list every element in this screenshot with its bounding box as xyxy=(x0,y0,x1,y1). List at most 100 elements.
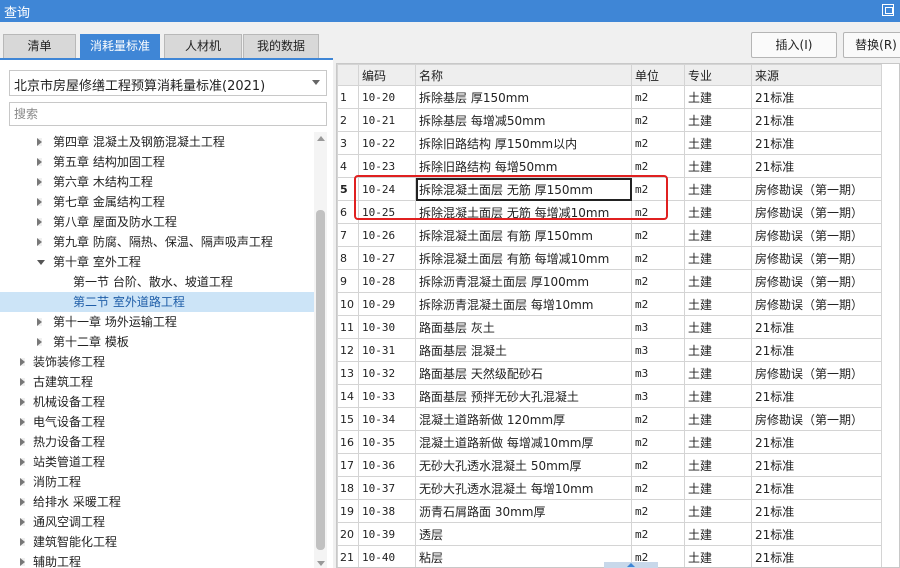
row-number[interactable]: 12 xyxy=(337,338,359,362)
tree-scrollbar[interactable] xyxy=(314,132,327,568)
table-row[interactable]: 19 10-38 沥青石屑路面 30mm厚 m2 土建 21标准 xyxy=(337,499,882,523)
quota-name[interactable]: 混凝土道路新做 120mm厚 xyxy=(415,407,632,431)
table-row[interactable]: 2 10-21 拆除基层 每增减50mm m2 土建 21标准 xyxy=(337,108,882,132)
collapsed-arrow-icon[interactable] xyxy=(20,358,25,366)
quota-source[interactable]: 21标准 xyxy=(751,522,882,546)
quota-discipline[interactable]: 土建 xyxy=(684,292,752,316)
scrollbar-thumb[interactable] xyxy=(316,210,325,550)
table-row[interactable]: 5 10-24 拆除混凝土面层 无筋 厚150mm m2 土建 房修勘误（第一期） xyxy=(337,177,882,201)
quota-name[interactable]: 拆除混凝土面层 无筋 每增减10mm xyxy=(415,200,632,224)
quota-unit[interactable]: m2 xyxy=(631,154,685,178)
quota-name[interactable]: 拆除旧路结构 每增50mm xyxy=(415,154,632,178)
quota-name[interactable]: 拆除基层 厚150mm xyxy=(415,85,632,109)
table-row[interactable]: 17 10-36 无砂大孔透水混凝土 50mm厚 m2 土建 21标准 xyxy=(337,453,882,477)
collapsed-arrow-icon[interactable] xyxy=(37,338,42,346)
row-number[interactable]: 18 xyxy=(337,476,359,500)
quota-unit[interactable]: m3 xyxy=(631,361,685,385)
splitter-handle[interactable] xyxy=(604,562,658,568)
quota-discipline[interactable]: 土建 xyxy=(684,499,752,523)
quota-name[interactable]: 粘层 xyxy=(415,545,632,567)
table-row[interactable]: 3 10-22 拆除旧路结构 厚150mm以内 m2 土建 21标准 xyxy=(337,131,882,155)
quota-code[interactable]: 10-22 xyxy=(358,131,416,155)
table-row[interactable]: 11 10-30 路面基层 灰土 m3 土建 21标准 xyxy=(337,315,882,339)
tab-my-data[interactable]: 我的数据 xyxy=(243,34,319,58)
table-row[interactable]: 16 10-35 混凝土道路新做 每增减10mm厚 m2 土建 21标准 xyxy=(337,430,882,454)
collapsed-arrow-icon[interactable] xyxy=(20,558,25,566)
table-row[interactable]: 9 10-28 拆除沥青混凝土面层 厚100mm m2 土建 房修勘误（第一期） xyxy=(337,269,882,293)
quota-source[interactable]: 21标准 xyxy=(751,476,882,500)
quota-name[interactable]: 路面基层 灰土 xyxy=(415,315,632,339)
quota-discipline[interactable]: 土建 xyxy=(684,338,752,362)
collapsed-arrow-icon[interactable] xyxy=(20,438,25,446)
quota-code[interactable]: 10-36 xyxy=(358,453,416,477)
quota-discipline[interactable]: 土建 xyxy=(684,476,752,500)
table-row[interactable]: 7 10-26 拆除混凝土面层 有筋 厚150mm m2 土建 房修勘误（第一期） xyxy=(337,223,882,247)
row-number[interactable]: 7 xyxy=(337,223,359,247)
quota-code[interactable]: 10-31 xyxy=(358,338,416,362)
quota-code[interactable]: 10-39 xyxy=(358,522,416,546)
quota-source[interactable]: 房修勘误（第一期） xyxy=(751,361,882,385)
table-row[interactable]: 15 10-34 混凝土道路新做 120mm厚 m2 土建 房修勘误（第一期） xyxy=(337,407,882,431)
tree-item[interactable]: 第十一章 场外运输工程 xyxy=(0,312,314,332)
row-number[interactable]: 3 xyxy=(337,131,359,155)
collapsed-arrow-icon[interactable] xyxy=(37,238,42,246)
quota-code[interactable]: 10-35 xyxy=(358,430,416,454)
quota-name[interactable]: 路面基层 天然级配砂石 xyxy=(415,361,632,385)
search-input[interactable] xyxy=(9,102,327,126)
tree-item[interactable]: 消防工程 xyxy=(0,472,314,492)
tree-item[interactable]: 第十章 室外工程 xyxy=(0,252,314,272)
collapsed-arrow-icon[interactable] xyxy=(20,378,25,386)
quota-code[interactable]: 10-40 xyxy=(358,545,416,567)
collapsed-arrow-icon[interactable] xyxy=(20,498,25,506)
collapsed-arrow-icon[interactable] xyxy=(20,538,25,546)
tree-item[interactable]: 第一节 台阶、散水、坡道工程 xyxy=(0,272,314,292)
quota-name[interactable]: 透层 xyxy=(415,522,632,546)
row-number[interactable]: 16 xyxy=(337,430,359,454)
quota-code[interactable]: 10-23 xyxy=(358,154,416,178)
standard-select[interactable]: 北京市房屋修缮工程预算消耗量标准(2021) xyxy=(9,70,327,96)
row-number[interactable]: 14 xyxy=(337,384,359,408)
row-number[interactable]: 9 xyxy=(337,269,359,293)
quota-discipline[interactable]: 土建 xyxy=(684,407,752,431)
col-header-unit[interactable]: 单位 xyxy=(631,64,685,86)
tree-item[interactable]: 第六章 木结构工程 xyxy=(0,172,314,192)
quota-unit[interactable]: m2 xyxy=(631,499,685,523)
col-header-name[interactable]: 名称 xyxy=(415,64,632,86)
quota-source[interactable]: 21标准 xyxy=(751,154,882,178)
row-number[interactable]: 17 xyxy=(337,453,359,477)
quota-name[interactable]: 路面基层 预拌无砂大孔混凝土 xyxy=(415,384,632,408)
tree-item[interactable]: 给排水 采暖工程 xyxy=(0,492,314,512)
quota-source[interactable]: 房修勘误（第一期） xyxy=(751,269,882,293)
quota-code[interactable]: 10-25 xyxy=(358,200,416,224)
quota-code[interactable]: 10-27 xyxy=(358,246,416,270)
quota-source[interactable]: 房修勘误（第一期） xyxy=(751,200,882,224)
tree-item[interactable]: 第二节 室外道路工程 xyxy=(0,292,314,312)
tree-item[interactable]: 电气设备工程 xyxy=(0,412,314,432)
quota-name[interactable]: 拆除沥青混凝土面层 每增10mm xyxy=(415,292,632,316)
quota-discipline[interactable]: 土建 xyxy=(684,384,752,408)
collapsed-arrow-icon[interactable] xyxy=(20,518,25,526)
quota-unit[interactable]: m3 xyxy=(631,315,685,339)
quota-code[interactable]: 10-37 xyxy=(358,476,416,500)
table-row[interactable]: 1 10-20 拆除基层 厚150mm m2 土建 21标准 xyxy=(337,85,882,109)
tree-item[interactable]: 辅助工程 xyxy=(0,552,314,568)
quota-discipline[interactable]: 土建 xyxy=(684,315,752,339)
col-header-source[interactable]: 来源 xyxy=(751,64,882,86)
quota-discipline[interactable]: 土建 xyxy=(684,108,752,132)
quota-unit[interactable]: m2 xyxy=(631,223,685,247)
quota-source[interactable]: 21标准 xyxy=(751,453,882,477)
quota-unit[interactable]: m2 xyxy=(631,292,685,316)
table-row[interactable]: 12 10-31 路面基层 混凝土 m3 土建 21标准 xyxy=(337,338,882,362)
quota-code[interactable]: 10-24 xyxy=(358,177,416,201)
row-number[interactable]: 11 xyxy=(337,315,359,339)
quota-unit[interactable]: m2 xyxy=(631,430,685,454)
quota-source[interactable]: 21标准 xyxy=(751,430,882,454)
quota-name[interactable]: 拆除基层 每增减50mm xyxy=(415,108,632,132)
quota-code[interactable]: 10-21 xyxy=(358,108,416,132)
row-number[interactable]: 1 xyxy=(337,85,359,109)
replace-button[interactable]: 替换(R) xyxy=(843,32,900,58)
table-row[interactable]: 4 10-23 拆除旧路结构 每增50mm m2 土建 21标准 xyxy=(337,154,882,178)
quota-code[interactable]: 10-30 xyxy=(358,315,416,339)
quota-unit[interactable]: m2 xyxy=(631,453,685,477)
quota-source[interactable]: 21标准 xyxy=(751,338,882,362)
